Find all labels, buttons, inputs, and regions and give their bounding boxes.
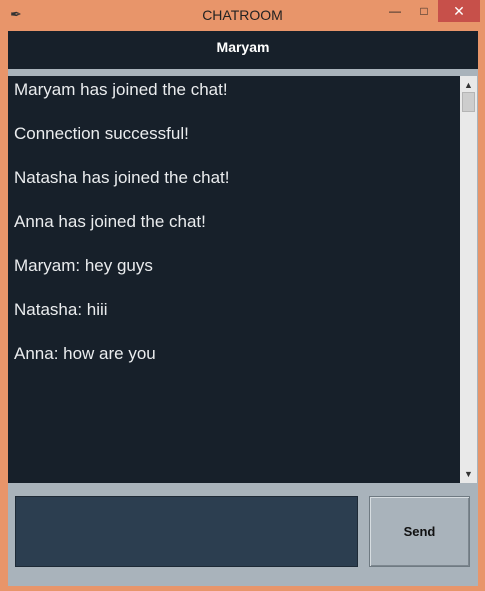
header-divider	[8, 69, 478, 74]
composer-panel: Send	[8, 483, 478, 586]
chat-message: Natasha has joined the chat!	[14, 168, 230, 187]
scrollbar-thumb[interactable]	[462, 92, 475, 112]
username-header: Maryam	[8, 31, 478, 69]
send-button[interactable]: Send	[369, 496, 470, 567]
message-input[interactable]	[15, 496, 358, 567]
client-area: Maryam Maryam has joined the chat! Conne…	[8, 31, 478, 586]
chat-log[interactable]: Maryam has joined the chat! Connection s…	[8, 76, 460, 483]
chat-message: Maryam has joined the chat!	[14, 80, 228, 99]
chat-message: Anna: how are you	[14, 344, 156, 363]
chat-message: Natasha: hiii	[14, 300, 108, 319]
minimize-icon[interactable]: —	[380, 0, 410, 22]
chat-message: Maryam: hey guys	[14, 256, 153, 275]
title-bar[interactable]: ✒ CHATROOM — □ ✕	[0, 0, 485, 30]
chat-scrollbar[interactable]: ▲ ▼	[460, 76, 477, 483]
chat-message: Connection successful!	[14, 124, 189, 143]
maximize-icon[interactable]: □	[410, 0, 438, 22]
chatroom-window: ✒ CHATROOM — □ ✕ Maryam Maryam has joine…	[0, 0, 485, 591]
scroll-down-icon[interactable]: ▼	[460, 467, 477, 481]
chat-message: Anna has joined the chat!	[14, 212, 206, 231]
scroll-up-icon[interactable]: ▲	[460, 78, 477, 92]
close-icon[interactable]: ✕	[438, 0, 480, 22]
